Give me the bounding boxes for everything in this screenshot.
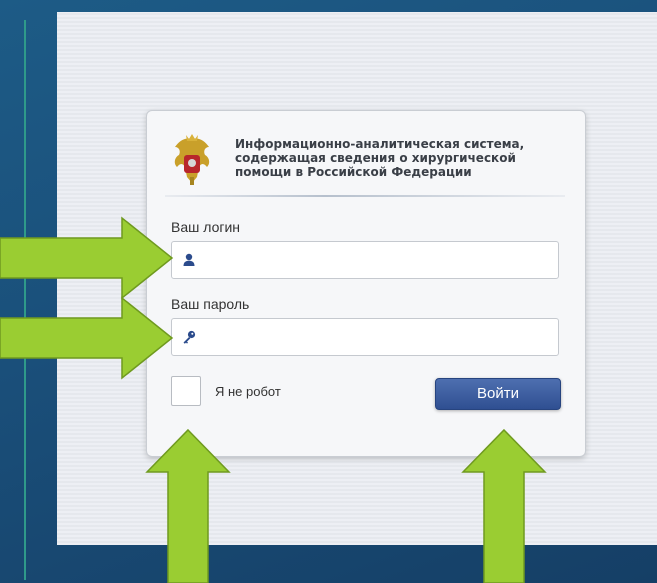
password-field[interactable] [171,318,559,357]
arrow-up-icon [461,428,547,583]
user-icon [183,253,195,266]
password-label: Ваш пароль [171,296,250,312]
login-label: Ваш логин [171,219,241,235]
system-title-line: помощи в Российской Федерации [235,165,472,179]
login-card: Информационно-аналитическая система, сод… [146,110,586,457]
not-robot-label: Я не робот [215,384,281,399]
header-divider [165,195,565,197]
arrow-right-icon [0,216,174,300]
system-title-line: Информационно-аналитическая система, [235,137,525,151]
arrow-up-icon [145,428,231,583]
login-button[interactable]: Войти [435,378,561,410]
arrow-right-icon [0,296,174,380]
coat-of-arms-emblem [174,134,210,185]
system-title: Информационно-аналитическая система, сод… [235,137,575,179]
login-input[interactable] [202,242,556,280]
password-input[interactable] [202,319,556,357]
system-title-line: содержащая сведения о хирургической [235,151,516,165]
not-robot-checkbox[interactable] [171,376,201,406]
login-field[interactable] [171,241,559,280]
key-icon [183,330,196,344]
